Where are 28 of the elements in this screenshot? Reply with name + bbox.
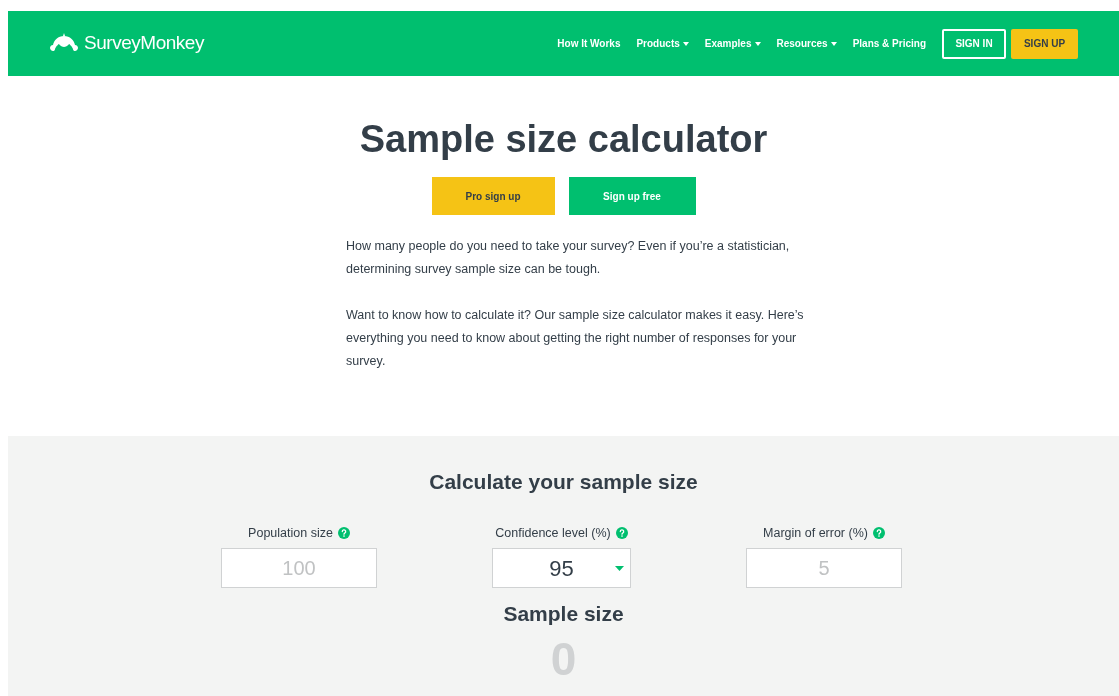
page-title: Sample size calculator [359, 120, 768, 158]
field-label: Margin of error (%) [763, 524, 868, 542]
help-icon[interactable] [337, 526, 350, 539]
nav-link[interactable]: How It Works [557, 36, 621, 51]
calculator-title: Calculate your sample size [429, 469, 698, 495]
result-label: Sample size [503, 601, 624, 628]
help-icon[interactable] [615, 526, 628, 539]
sign-up-free-button[interactable]: Sign up free [568, 177, 696, 215]
caret-icon [615, 565, 624, 571]
number-field[interactable]: 5 [746, 548, 902, 589]
nav-link[interactable]: Products [636, 36, 689, 51]
nav-link[interactable]: Plans & Pricing [852, 36, 926, 51]
caret-icon [754, 41, 761, 46]
field-label: Population size [248, 524, 333, 542]
logo-text[interactable]: SurveyMonkey [84, 29, 204, 58]
sign-in-button[interactable]: SIGN IN [942, 28, 1006, 59]
field-label: Confidence level (%) [495, 524, 611, 542]
caret-icon [682, 41, 689, 46]
pro-sign-up-button[interactable]: Pro sign up [431, 177, 555, 215]
intro-paragraph: Want to know how to calculate it? Our sample size calculator makes it easy. Here’s everything you need to know about getting the right number of responses for your survey. [346, 307, 805, 370]
number-field[interactable]: 100 [221, 548, 377, 589]
confidence-select[interactable]: 95 [492, 548, 631, 589]
caret-icon [830, 41, 837, 46]
nav-link[interactable]: Resources [776, 36, 837, 51]
nav-link[interactable]: Examples [704, 36, 761, 51]
help-icon[interactable] [872, 526, 885, 539]
sign-up-button[interactable]: SIGN UP [1011, 28, 1078, 59]
intro-paragraph: How many people do you need to take your survey? Even if you’re a statistician, determining survey sample size can be tough. [346, 238, 791, 278]
